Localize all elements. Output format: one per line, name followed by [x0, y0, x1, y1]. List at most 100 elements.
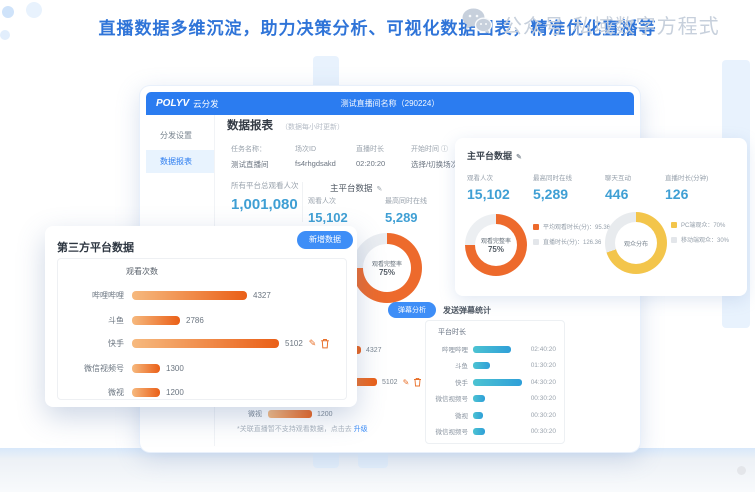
completion-donut-chart: 观看完整率 75%: [465, 214, 527, 276]
donut-center: 观众分布: [615, 222, 657, 264]
report-heading-note: （数据每小时更新）: [281, 122, 344, 132]
footer: 公众号·私域数字方程式: [462, 8, 720, 40]
bar: [132, 316, 180, 325]
donut-center: 观看完整率 75%: [475, 224, 517, 266]
chart-row: 斗鱼 01:30:20: [426, 359, 564, 371]
chart-row: 微视 00:30:20: [426, 409, 564, 421]
danmaku-analysis-button[interactable]: 弹幕分析: [388, 302, 436, 318]
chart-row: 快手 5102 ✎: [62, 337, 330, 349]
bar: [132, 339, 279, 348]
upgrade-link[interactable]: 升级: [354, 426, 368, 433]
add-data-button[interactable]: 新增数据: [297, 231, 353, 249]
views-bar-chart: 观看次数 哔哩哔哩 4327 斗鱼 2786 快手 5102 ✎: [57, 258, 347, 400]
live-duration-stat: 直播时长(分钟) 126: [665, 172, 708, 202]
bar: [132, 388, 160, 397]
chart-footnote: *关联直播暂不支持观看数据，点击去 升级: [237, 424, 368, 434]
filter-start-time: 开始时间 ⓘ 选择/切换场次: [411, 144, 458, 170]
trash-icon[interactable]: [413, 377, 422, 387]
bar: [473, 379, 522, 386]
sidebar-item-distribution[interactable]: 分发设置: [146, 125, 214, 146]
legend-item: PC端观众：70%: [671, 220, 729, 229]
edit-icon[interactable]: ✎: [377, 186, 383, 193]
stat-label: 观看人次: [308, 196, 348, 206]
legend-swatch: [533, 239, 539, 245]
filter-duration: 直播时长 02:20:20: [356, 144, 385, 168]
donut-center: 观看完整率 75%: [363, 244, 411, 292]
chart-row: 微信视频号 1300: [62, 362, 184, 374]
stat-value: 15,102: [308, 210, 348, 225]
main-platform-panel: 主平台数据✎ 观看人次 15,102 最高同时在线 5,289 聊天互动 446…: [455, 138, 747, 296]
chart-title: 观看次数: [126, 266, 158, 277]
bar: [132, 364, 160, 373]
legend-swatch: [533, 224, 539, 230]
views-stat: 观看人次 15,102: [308, 196, 348, 225]
bar: [268, 410, 312, 418]
filter-label: 开始时间 ⓘ: [411, 144, 458, 154]
chart-title: 平台时长: [438, 327, 466, 337]
filter-value: 测试直播间: [231, 159, 269, 170]
danmaku-section-title: 发送弹幕统计: [443, 305, 491, 316]
stat-value: 1,001,080: [231, 196, 299, 213]
edit-icon[interactable]: ✎: [309, 338, 317, 349]
session-switcher[interactable]: 选择/切换场次: [411, 159, 458, 170]
legend: PC端观众：70% 移动端观众：30%: [671, 220, 729, 250]
report-heading: 数据报表: [227, 117, 273, 133]
bar: [473, 346, 511, 353]
footer-label: 公众号·私域数字方程式: [502, 10, 720, 39]
total-views-stat: 所有平台总观看人次 1,001,080: [231, 180, 299, 213]
wechat-icon: [462, 8, 492, 40]
bar: [473, 412, 483, 419]
deco-dot: [737, 466, 746, 475]
chart-row: 哔哩哔哩 4327: [62, 289, 271, 301]
panel-title: 主平台数据✎: [467, 149, 522, 162]
third-party-data-card: 第三方平台数据 新增数据 观看次数 哔哩哔哩 4327 斗鱼 2786 快手 5…: [45, 226, 357, 407]
info-icon: ⓘ: [441, 146, 448, 153]
card-title: 第三方平台数据: [57, 239, 134, 255]
chart-row: 微信视频号 00:30:20: [426, 425, 564, 437]
legend-swatch: [671, 222, 677, 228]
stat-value: 5,289: [385, 210, 427, 225]
filter-label: 直播时长: [356, 144, 385, 154]
chart-row: 微视 1200: [202, 409, 333, 419]
chart-row: 微信视频号 00:30:20: [426, 392, 564, 404]
views-stat: 观看人次 15,102: [467, 172, 510, 202]
peak-online-stat: 最高同时在线 5,289: [385, 196, 427, 225]
chat-interactions-stat: 聊天互动 446: [605, 172, 631, 202]
legend-swatch: [671, 237, 677, 243]
trash-icon[interactable]: [320, 338, 330, 349]
filter-label: 场次ID: [295, 144, 336, 154]
app-header: 测试直播间名称（290224） POLYV 云分发: [146, 92, 634, 115]
filter-value: fs4rhgdsakd: [295, 159, 336, 168]
peak-online-stat: 最高同时在线 5,289: [533, 172, 572, 202]
legend-item: 平均观看时长(分)：95.36: [533, 222, 610, 231]
platform-duration-chart: 平台时长 哔哩哔哩 02:40:20 斗鱼 01:30:20 快手 04:30:…: [425, 320, 565, 444]
filter-task-name: 任务名称： 测试直播间: [231, 144, 269, 170]
brand-logo: POLYV: [156, 98, 189, 109]
chart-row: 哔哩哔哩 02:40:20: [426, 343, 564, 355]
brand-suffix: 云分发: [193, 98, 219, 110]
filter-value: 02:20:20: [356, 159, 385, 168]
bar: [473, 428, 485, 435]
legend-item: 移动端观众：30%: [671, 235, 729, 244]
report-heading-row: 数据报表 （数据每小时更新）: [227, 117, 344, 133]
bar: [473, 395, 485, 402]
legend-item: 直播时长(分)：126.36: [533, 237, 610, 246]
stat-label: 最高同时在线: [385, 196, 427, 206]
legend: 平均观看时长(分)：95.36 直播时长(分)：126.36: [533, 222, 610, 252]
stat-label: 所有平台总观看人次: [231, 180, 299, 191]
bar: [132, 291, 247, 300]
edit-icon[interactable]: ✎: [516, 154, 522, 161]
promo-image: 直播数据多维沉淀，助力决策分析、可视化数据图表，精准优化直播等 测试直播间名称（…: [0, 0, 755, 492]
chart-row: 斗鱼 2786: [62, 314, 204, 326]
main-platform-heading: 主平台数据✎: [330, 182, 382, 194]
chart-row: 快手 04:30:20: [426, 376, 564, 388]
completion-donut-chart: 观看完整率 75%: [352, 233, 422, 303]
filter-session-id: 场次ID fs4rhgdsakd: [295, 144, 336, 168]
chart-row: 微视 1200: [62, 386, 184, 398]
divider: [302, 182, 303, 222]
bar: [473, 362, 490, 369]
sidebar-item-report[interactable]: 数据报表: [146, 150, 214, 173]
edit-icon[interactable]: ✎: [403, 378, 410, 387]
audience-donut-chart: 观众分布: [605, 212, 667, 274]
filter-label: 任务名称：: [231, 144, 269, 154]
